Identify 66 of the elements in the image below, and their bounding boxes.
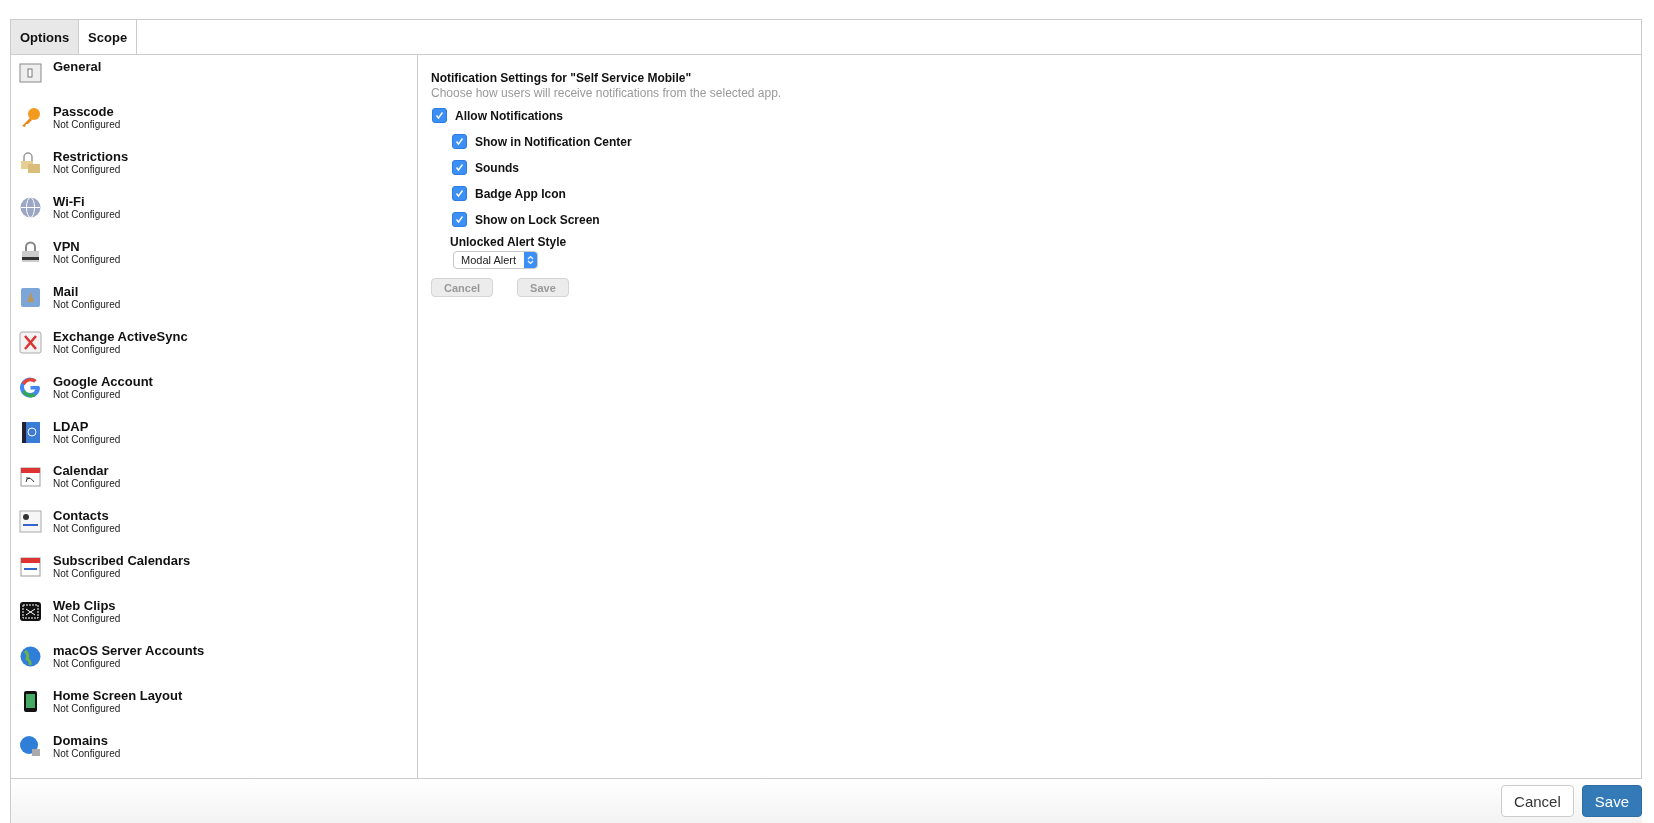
settings-title: Notification Settings for "Self Service Mobile" [431,71,692,85]
payload-title[interactable]: LDAP [53,418,121,434]
checkbox[interactable] [452,134,467,149]
checkbox[interactable] [432,108,447,123]
payload-status: Not Configured [53,298,121,311]
payload-status: Not Configured [53,118,121,131]
checkbox[interactable] [452,186,467,201]
payload-title[interactable]: General [53,59,102,74]
payload-status: Not Configured [53,388,122,401]
checkmark-icon [455,137,464,146]
payload-title[interactable]: Home Screen Layout [53,688,183,704]
primary-button[interactable]: Save [1581,785,1642,817]
payload-status: Not Configured [53,523,121,536]
payload-status: Not Configured [53,703,122,716]
payload-status: Not Configured [53,343,121,356]
payload-status: Not Configured [53,253,121,266]
payload-status: Not Configured [53,568,122,581]
payload-title[interactable]: macOS Server Accounts [53,643,205,659]
checkmark-icon [455,163,464,172]
payload-title[interactable]: Mail [53,283,121,299]
checkmark-icon [455,189,464,198]
checkbox-label: Show in Notification Center [475,134,632,149]
payload-title[interactable]: Wi-Fi [53,193,121,209]
checkbox-label: Show on Lock Screen [475,212,600,227]
google-g-icon [19,375,42,399]
payload-title[interactable]: Subscribed Calendars [53,553,191,569]
payload-status: Not Configured [53,433,121,446]
payload-title[interactable]: Domains [53,733,121,749]
payload-title[interactable]: VPN [53,238,121,254]
payload-title[interactable]: Web Clips [53,598,121,614]
tab[interactable]: Options [11,20,80,54]
payload-status: Not Configured [53,163,122,176]
secondary-button[interactable]: Cancel [1501,785,1574,817]
payload-status: Not Configured [53,613,121,626]
payload-status: Not Configured [53,478,121,491]
checkmark-icon [435,111,444,120]
payload-title[interactable]: Restrictions [53,148,129,164]
payload-title[interactable]: Exchange ActiveSync [53,328,188,344]
calendar-icon [19,465,42,489]
checkbox-label: Sounds [475,160,519,175]
globe-icon [19,195,42,219]
calendar-arrows-icon [19,555,42,579]
payload-status: Not Configured [53,748,121,761]
payload-status: Not Configured [53,658,122,671]
payload-title[interactable]: Contacts [53,508,121,524]
checkbox-label: Allow Notifications [455,108,563,123]
scissors-icon [19,600,42,624]
payload-title[interactable]: Google Account [53,373,153,389]
contacts-icon [19,510,42,534]
earth-icon [19,645,42,669]
payload-title[interactable]: Passcode [53,103,121,119]
checkbox[interactable] [452,160,467,175]
exchange-icon [19,330,42,354]
checkbox[interactable] [452,212,467,227]
alert-style-select[interactable]: Modal Alert [453,251,539,269]
address-book-icon [19,420,42,444]
stepper-arrows-icon [527,255,535,265]
field-label: Unlocked Alert Style [450,235,567,249]
settings-description: Choose how users will receive notifications from the selected app. [431,86,782,100]
switch-icon [19,61,42,84]
padlock-icon [19,240,42,264]
padlocks-icon [19,150,42,174]
checkbox-label: Badge App Icon [475,186,566,201]
checkmark-icon [455,215,464,224]
payload-status: Not Configured [53,208,121,221]
payload-title[interactable]: Calendar [53,463,121,479]
